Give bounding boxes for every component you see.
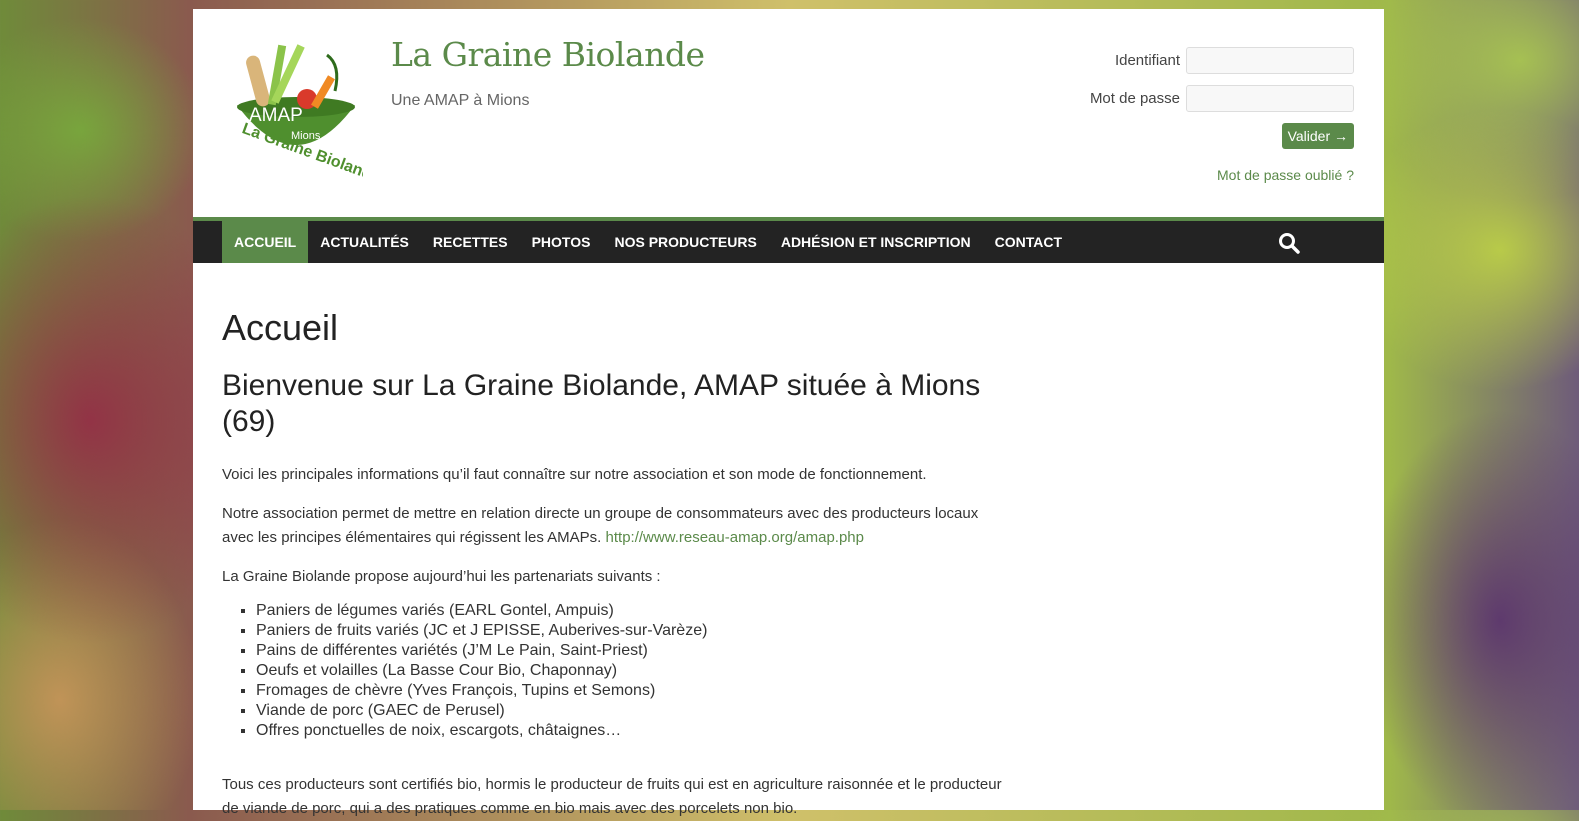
partners-list: Paniers de légumes variés (EARL Gontel, …: [222, 601, 1012, 741]
nav-item-contact[interactable]: CONTACT: [983, 221, 1074, 263]
site-header: AMAP Mions La Graine Biolande La Graine …: [193, 9, 1384, 217]
page-container: AMAP Mions La Graine Biolande La Graine …: [193, 9, 1384, 817]
username-input[interactable]: [1186, 47, 1354, 74]
partners-intro: La Graine Biolande propose aujourd’hui l…: [222, 568, 661, 585]
association-paragraph: Notre association permet de mettre en re…: [222, 502, 1012, 550]
association-text: Notre association permet de mettre en re…: [222, 505, 979, 546]
logo-amap-text: AMAP: [249, 105, 303, 126]
forgot-password-link[interactable]: Mot de passe oublié ?: [1054, 167, 1354, 183]
nav-item-adhesion[interactable]: ADHÉSION ET INSCRIPTION: [769, 221, 983, 263]
nav-item-accueil[interactable]: ACCUEIL: [222, 221, 309, 263]
search-icon[interactable]: [1278, 232, 1300, 254]
list-item: Viande de porc (GAEC de Perusel): [256, 701, 1012, 721]
password-input[interactable]: [1186, 85, 1354, 112]
password-label: Mot de passe: [1089, 90, 1180, 107]
site-logo[interactable]: AMAP Mions La Graine Biolande: [229, 35, 363, 179]
site-title[interactable]: La Graine Biolande: [391, 35, 705, 74]
nav-item-nos-producteurs[interactable]: NOS PRODUCTEURS: [602, 221, 768, 263]
login-submit-button[interactable]: Valider →: [1281, 123, 1354, 149]
main-content: Accueil Bienvenue sur La Graine Biolande…: [222, 307, 1012, 821]
main-nav: ACCUEIL ACTUALITÉS RECETTES PHOTOS NOS P…: [193, 217, 1384, 263]
page-title: Accueil: [222, 307, 339, 348]
list-item: Pains de différentes variétés (J’M Le Pa…: [256, 641, 1012, 661]
intro-paragraph: Voici les principales informations qu’il…: [222, 466, 927, 483]
list-item: Paniers de légumes variés (EARL Gontel, …: [256, 601, 1012, 621]
site-description: Une AMAP à Mions: [391, 92, 530, 109]
list-item: Paniers de fruits variés (JC et J EPISSE…: [256, 621, 1012, 641]
nav-item-photos[interactable]: PHOTOS: [520, 221, 603, 263]
welcome-headline: Bienvenue sur La Graine Biolande, AMAP s…: [222, 369, 981, 438]
certification-paragraph: Tous ces producteurs sont certifiés bio,…: [222, 776, 1002, 817]
login-form: Identifiant Mot de passe Valider → Mot d…: [1054, 47, 1354, 183]
username-label: Identifiant: [1114, 52, 1180, 69]
nav-item-recettes[interactable]: RECETTES: [421, 221, 520, 263]
list-item: Fromages de chèvre (Yves François, Tupin…: [256, 681, 1012, 701]
list-item: Oeufs et volailles (La Basse Cour Bio, C…: [256, 661, 1012, 681]
list-item: Offres ponctuelles de noix, escargots, c…: [256, 721, 1012, 741]
reseau-amap-link[interactable]: http://www.reseau-amap.org/amap.php: [606, 529, 864, 546]
nav-item-actualites[interactable]: ACTUALITÉS: [308, 221, 421, 263]
